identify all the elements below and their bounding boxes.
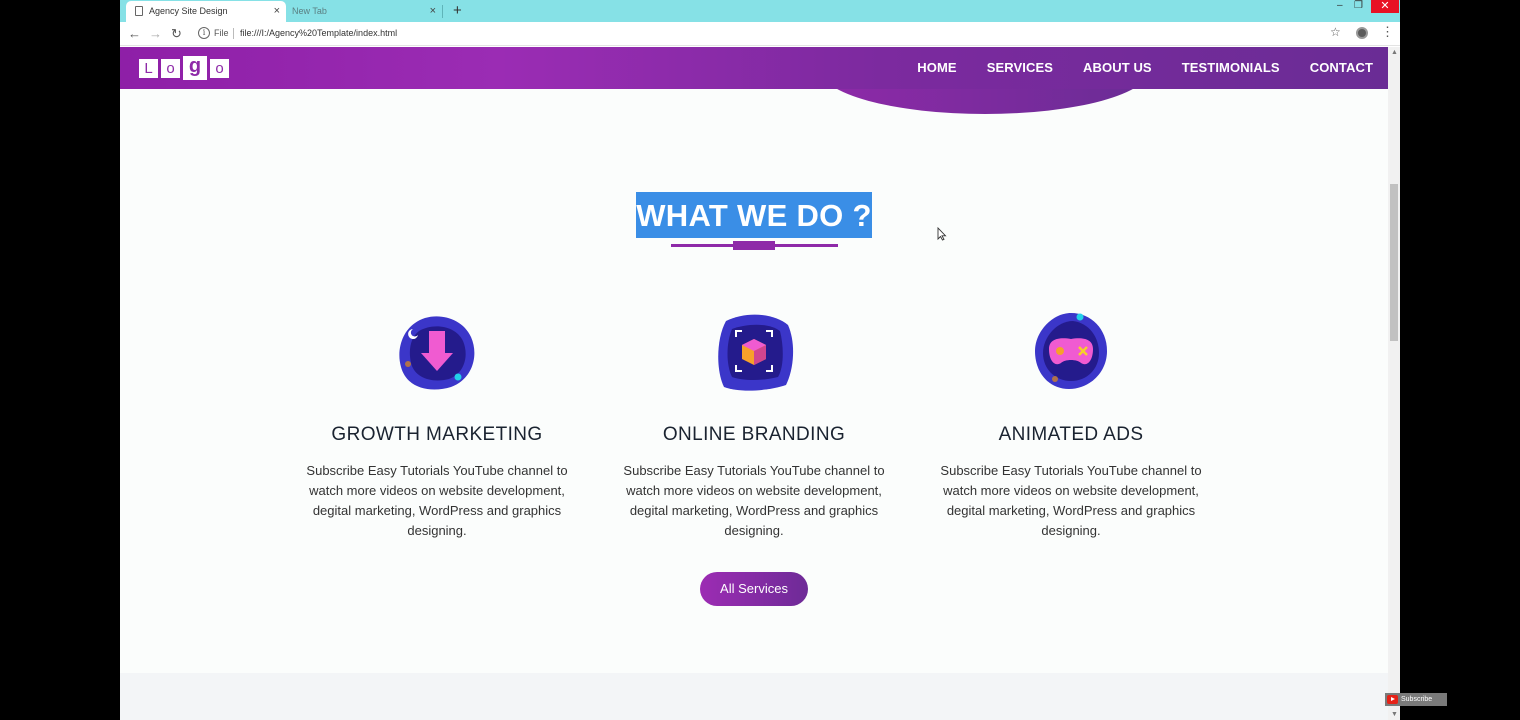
logo-letter: o <box>161 59 180 78</box>
service-title: ONLINE BRANDING <box>662 424 846 445</box>
menu-link-testimonials[interactable]: TESTIMONIALS <box>1182 60 1280 75</box>
page-viewport: L o g o HOME SERVICES ABOUT US TESTIMONI… <box>120 47 1388 720</box>
service-card: ONLINE BRANDING Subscribe Easy Tutorials… <box>619 309 889 541</box>
scroll-down-arrow-icon[interactable]: ▼ <box>1391 711 1398 718</box>
url-field[interactable]: file:///I:/Agency%20Template/index.html <box>240 28 397 38</box>
logo-letter: o <box>210 59 229 78</box>
vertical-scrollbar[interactable]: ▲ ▼ <box>1388 47 1400 720</box>
next-section <box>120 673 1388 720</box>
tab-title: Agency Site Design <box>149 6 228 16</box>
url-scheme-label: File <box>214 28 229 38</box>
logo-letter: L <box>139 59 158 78</box>
reload-icon[interactable]: ↻ <box>171 25 182 42</box>
service-title: GROWTH MARKETING <box>331 424 543 445</box>
url-divider <box>233 28 234 39</box>
page-icon <box>135 6 143 16</box>
title-underline-accent <box>733 241 775 250</box>
restore-icon[interactable]: ❐ <box>1354 0 1363 12</box>
youtube-subscribe-badge[interactable]: Subscribe <box>1385 693 1447 706</box>
new-tab-button[interactable]: + <box>453 1 462 20</box>
site-logo[interactable]: L o g o <box>139 56 232 81</box>
download-arrow-icon <box>399 316 475 390</box>
back-arrow-icon[interactable]: ← <box>128 25 141 42</box>
service-description: Subscribe Easy Tutorials YouTube channel… <box>306 463 568 538</box>
3d-box-icon <box>718 314 794 391</box>
section-title: WHAT WE DO ? <box>636 198 872 233</box>
tab-title: New Tab <box>292 6 327 16</box>
tab-agency-site-design[interactable]: Agency Site Design × <box>126 1 286 22</box>
menu-link-contact[interactable]: CONTACT <box>1310 60 1373 75</box>
service-card: ANIMATED ADS Subscribe Easy Tutorials Yo… <box>936 309 1206 541</box>
tab-new-tab[interactable]: New Tab × <box>286 1 443 22</box>
scrollbar-thumb[interactable] <box>1390 184 1398 341</box>
info-icon[interactable]: i <box>198 27 210 39</box>
tab-strip: Agency Site Design × New Tab × + – ❐ ✕ <box>120 0 1400 22</box>
menu-dots-icon[interactable]: ⋮ <box>1381 24 1394 40</box>
close-icon[interactable]: × <box>430 1 436 21</box>
address-toolbar: ← → ↻ i File file:///I:/Agency%20Templat… <box>120 22 1400 46</box>
gamepad-icon <box>1035 313 1107 389</box>
service-description: Subscribe Easy Tutorials YouTube channel… <box>623 463 885 538</box>
menu-link-home[interactable]: HOME <box>917 60 956 75</box>
title-selection-highlight: WHAT WE DO ? <box>636 192 872 238</box>
subscribe-label: Subscribe <box>1401 696 1433 703</box>
menu-link-services[interactable]: SERVICES <box>987 60 1053 75</box>
forward-arrow-icon[interactable]: → <box>149 25 162 42</box>
main-menu: HOME SERVICES ABOUT US TESTIMONIALS CONT… <box>887 60 1373 75</box>
scroll-up-arrow-icon[interactable]: ▲ <box>1391 49 1398 56</box>
logo-letter: g <box>183 56 207 80</box>
minimize-icon[interactable]: – <box>1337 0 1343 12</box>
star-icon[interactable]: ☆ <box>1330 25 1341 39</box>
window-close-icon[interactable]: ✕ <box>1371 0 1399 13</box>
browser-window: Agency Site Design × New Tab × + – ❐ ✕ ←… <box>120 0 1400 720</box>
service-description: Subscribe Easy Tutorials YouTube channel… <box>940 463 1202 538</box>
site-navbar: L o g o HOME SERVICES ABOUT US TESTIMONI… <box>120 47 1388 89</box>
service-card: GROWTH MARKETING Subscribe Easy Tutorial… <box>302 309 572 541</box>
close-icon[interactable]: × <box>274 1 280 21</box>
mouse-cursor-icon <box>937 227 947 241</box>
service-title: ANIMATED ADS <box>998 424 1144 445</box>
profile-icon[interactable] <box>1356 27 1368 39</box>
all-services-button[interactable]: All Services <box>700 572 808 606</box>
youtube-play-icon <box>1387 695 1398 704</box>
menu-link-about-us[interactable]: ABOUT US <box>1083 60 1152 75</box>
